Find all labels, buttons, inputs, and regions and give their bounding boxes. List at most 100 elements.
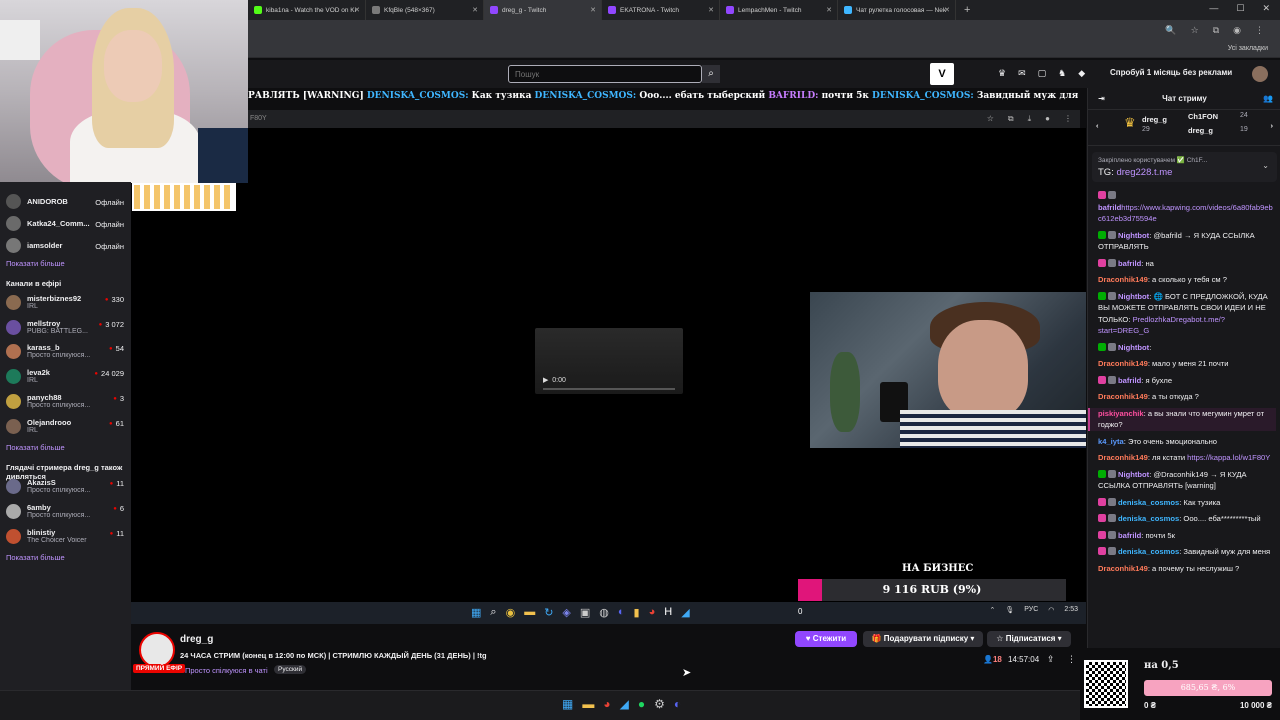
close-tab-icon[interactable]: ✕ xyxy=(944,6,950,14)
chat-username[interactable]: Draconhik149 xyxy=(1098,392,1148,401)
sidebar-channel[interactable]: 6ambyПросто спілкуюся... 6 xyxy=(6,502,128,524)
spotify-icon[interactable]: ● xyxy=(638,697,645,711)
sidebar-channel[interactable]: iamsolder Офлайн xyxy=(6,236,128,258)
all-bookmarks-link[interactable]: Усі закладки xyxy=(1228,45,1268,52)
menu-icon[interactable]: ⋮ xyxy=(1255,25,1264,36)
language-tag[interactable]: Русский xyxy=(274,665,307,674)
chat-username[interactable]: bafrild xyxy=(1118,531,1141,540)
channel-avatar xyxy=(6,216,21,231)
sidebar-channel[interactable]: AkazisSПросто спілкуюся... 11 xyxy=(6,477,128,499)
embedded-video-player[interactable]: ▶ 0:00 xyxy=(535,328,683,394)
sidebar-channel[interactable]: OlejandroooIRL 61 xyxy=(6,417,128,439)
chevron-right-icon[interactable]: › xyxy=(1271,121,1274,130)
new-tab-button[interactable]: + xyxy=(964,4,970,16)
chevron-down-icon[interactable]: ⌄ xyxy=(1262,161,1269,170)
gift-sub-button[interactable]: 🎁 Подарувати підписку ▾ xyxy=(863,631,983,647)
chat-link[interactable]: https://www.kapwing.com/videos/6a80fab9e… xyxy=(1098,203,1273,224)
show-more-link[interactable]: Показати більше xyxy=(6,259,65,268)
show-more-link[interactable]: Показати більше xyxy=(6,553,65,562)
extension-logo-icon[interactable]: V xyxy=(930,63,954,85)
bits-icon[interactable]: ◆ xyxy=(1078,68,1085,79)
profile-icon[interactable]: ◉ xyxy=(1233,25,1241,36)
sidebar-channel[interactable]: panych88Просто спілкуюся... 3 xyxy=(6,392,128,414)
crown-icon[interactable]: ♛ xyxy=(998,68,1006,79)
browser-tab[interactable]: EKATRONA - Twitch ✕ xyxy=(602,0,720,20)
minimize-icon[interactable]: — xyxy=(1209,3,1218,14)
sidebar-channel[interactable]: karass_bПросто спілкуюся... 54 xyxy=(6,342,128,364)
chat-username[interactable]: Nightbot xyxy=(1118,343,1149,352)
clock: 2:53 xyxy=(1064,606,1078,613)
chat-username[interactable]: piskiyanchik xyxy=(1098,409,1144,418)
pinned-link[interactable]: dreg228.t.me xyxy=(1116,167,1172,178)
folder-icon[interactable]: ▬ xyxy=(582,697,594,711)
chrome-icon[interactable]: ◕ xyxy=(603,697,610,711)
close-tab-icon[interactable]: ✕ xyxy=(826,6,832,14)
windows-start-icon[interactable]: ▦ xyxy=(562,697,573,711)
sidebar-channel[interactable]: leva2kIRL 24 029 xyxy=(6,367,128,389)
chat-username[interactable]: Draconhik149 xyxy=(1098,359,1148,368)
settings-icon[interactable]: ⚙ xyxy=(654,697,665,711)
chat-username[interactable]: Draconhik149 xyxy=(1098,453,1148,462)
chat-username[interactable]: deniska_cosmos xyxy=(1118,547,1179,556)
close-tab-icon[interactable]: ✕ xyxy=(590,6,596,14)
more-options-icon[interactable]: ⋮ xyxy=(1067,654,1076,665)
chat-username[interactable]: bafrild xyxy=(1118,259,1141,268)
sidebar-channel[interactable]: blinistiyThe Choicer Voicer 11 xyxy=(6,527,128,549)
extensions-icon[interactable]: ⧉ xyxy=(1213,25,1219,36)
whispers-icon[interactable]: ▢ xyxy=(1038,68,1047,79)
turbo-promo-button[interactable]: Спробуй 1 місяць без реклами xyxy=(1110,68,1232,77)
sidebar-channel[interactable]: ANIDOROB Офлайн xyxy=(6,192,128,214)
maximize-icon[interactable]: ☐ xyxy=(1236,3,1244,14)
chat-username[interactable]: deniska_cosmos xyxy=(1118,514,1179,523)
chat-username[interactable]: Draconhik149 xyxy=(1098,564,1148,573)
telegram-icon[interactable]: ◢ xyxy=(620,697,629,711)
browser-tab[interactable]: KfqBle (548×367) ✕ xyxy=(366,0,484,20)
tab-favicon-icon xyxy=(608,6,616,14)
users-icon[interactable]: 👥 xyxy=(1263,88,1273,110)
leader-name[interactable]: dreg_g xyxy=(1188,126,1213,135)
close-tab-icon[interactable]: ✕ xyxy=(708,6,714,14)
browser-tab[interactable]: kiba1na - Watch the VOD on Ki ✕ xyxy=(248,0,366,20)
prime-icon[interactable]: ♞ xyxy=(1058,68,1066,79)
player-progress[interactable] xyxy=(543,388,675,390)
sidebar-channel[interactable]: misterbiznes92IRL 330 xyxy=(6,293,128,315)
collapse-chat-icon[interactable]: ⇥ xyxy=(1098,88,1105,110)
chat-username[interactable]: Nightbot xyxy=(1118,231,1149,240)
zoom-icon[interactable]: 🔍 xyxy=(1165,25,1176,36)
sidebar-channel[interactable]: mellstroyPUBG: BATTLEG... 3 072 xyxy=(6,318,128,340)
search-input[interactable] xyxy=(508,65,702,83)
channel-avatar[interactable] xyxy=(139,632,175,668)
chat-username[interactable]: Nightbot xyxy=(1118,292,1149,301)
inbox-icon[interactable]: ✉ xyxy=(1018,68,1026,79)
discord-icon[interactable]: ◐ xyxy=(674,697,681,711)
chat-username[interactable]: bafrild xyxy=(1098,203,1121,212)
user-avatar[interactable] xyxy=(1252,66,1268,82)
sidebar-channel[interactable]: Katka24_Comm... Офлайн xyxy=(6,214,128,236)
follow-button[interactable]: ♥ Стежити xyxy=(795,631,857,647)
subscribe-button[interactable]: ☆ Підписатися ▾ xyxy=(987,631,1071,647)
browser-tab[interactable]: dreg_g - Twitch ✕ xyxy=(484,0,602,20)
leader-name[interactable]: dreg_g xyxy=(1142,115,1167,124)
chevron-left-icon[interactable]: ‹ xyxy=(1096,121,1099,130)
leader-name[interactable]: Ch1FON xyxy=(1188,112,1218,121)
close-icon[interactable]: ✕ xyxy=(1262,3,1270,14)
chat-username[interactable]: bafrild xyxy=(1118,376,1141,385)
channel-name: AkazisS xyxy=(27,478,56,488)
search-icon[interactable]: ⌕ xyxy=(702,65,720,83)
chat-username[interactable]: Draconhik149 xyxy=(1098,275,1148,284)
stream-category[interactable]: Просто спілкуюся в чаті xyxy=(185,666,268,675)
pinned-message[interactable]: Закріплено користувачем ✅ Ch1F... TG: dr… xyxy=(1092,152,1277,182)
channel-name[interactable]: dreg_g xyxy=(180,634,213,645)
chat-username[interactable]: k4_iyta xyxy=(1098,437,1124,446)
share-icon[interactable]: ⇪ xyxy=(1047,654,1055,665)
close-tab-icon[interactable]: ✕ xyxy=(472,6,478,14)
show-more-link[interactable]: Показати більше xyxy=(6,443,65,452)
chat-link[interactable]: https://kappa.lol/w1F80Y xyxy=(1187,453,1270,462)
browser-tab[interactable]: Чат рулетка голосовая — Nek ✕ xyxy=(838,0,956,20)
browser-tab[interactable]: LempachMen - Twitch ✕ xyxy=(720,0,838,20)
chat-username[interactable]: Nightbot xyxy=(1118,470,1149,479)
play-icon[interactable]: ▶ xyxy=(543,377,548,384)
chat-username[interactable]: deniska_cosmos xyxy=(1118,498,1179,507)
star-icon[interactable]: ☆ xyxy=(1191,25,1199,36)
close-tab-icon[interactable]: ✕ xyxy=(354,6,360,14)
